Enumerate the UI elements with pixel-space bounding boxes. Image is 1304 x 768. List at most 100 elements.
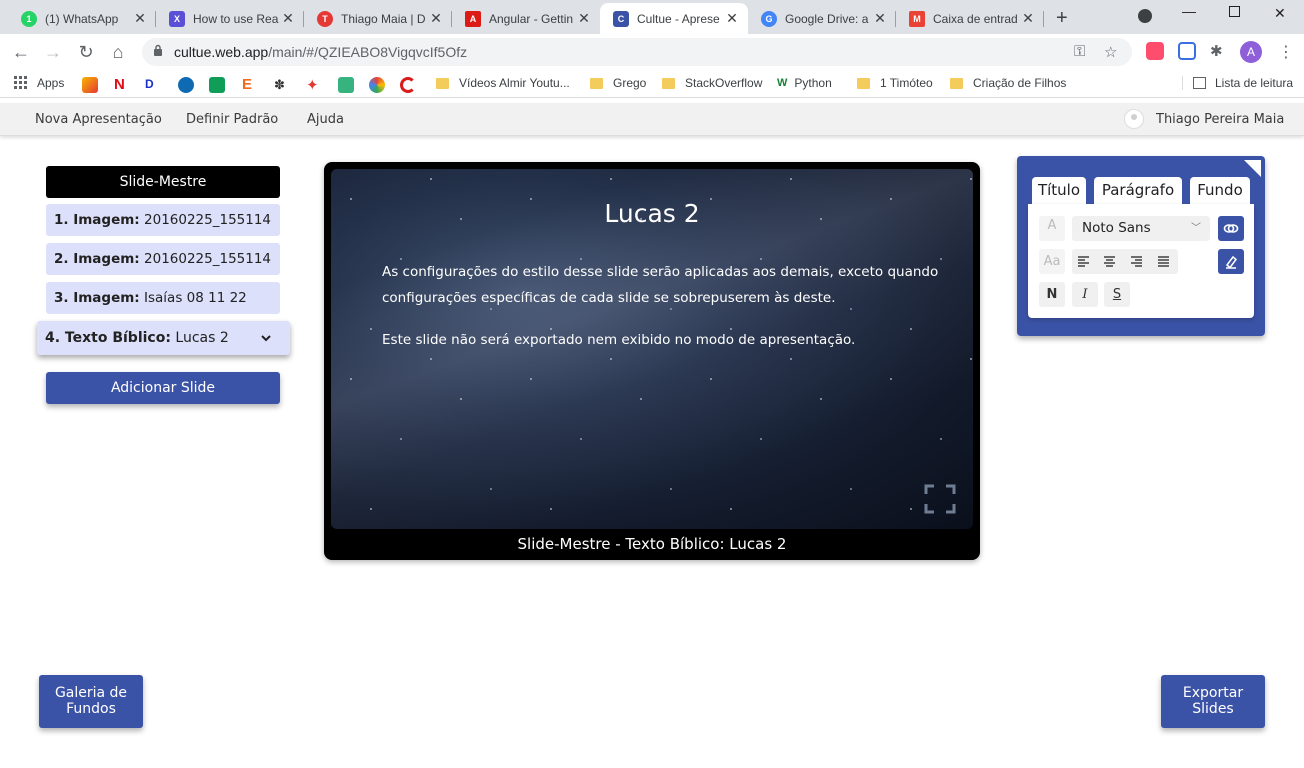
- bookmark-folder[interactable]: 1 Timóteo: [857, 76, 933, 90]
- chrome-menu-icon[interactable]: ⋮: [1278, 42, 1294, 62]
- slide-paragraph: Este slide não será exportado nem exibid…: [382, 332, 856, 348]
- bookmark-folder[interactable]: Vídeos Almir Youtu...: [436, 76, 570, 90]
- chevron-down-icon: ﹀: [1191, 223, 1201, 234]
- tab-title: How to use Rea: [193, 11, 279, 26]
- home-icon[interactable]: ⌂: [107, 41, 129, 63]
- browser-tab[interactable]: G Google Drive: a ✕: [748, 3, 896, 34]
- slide-name: Isaías 08 11 22: [144, 290, 247, 306]
- close-window-icon[interactable]: ✕: [1274, 5, 1286, 22]
- add-slide-button[interactable]: Adicionar Slide: [46, 372, 280, 404]
- back-icon[interactable]: ←: [10, 41, 32, 63]
- close-tab-icon[interactable]: ✕: [1020, 10, 1036, 27]
- extension-icon[interactable]: [1146, 42, 1164, 60]
- link-settings-button[interactable]: [1218, 216, 1244, 241]
- lock-icon: [154, 44, 162, 56]
- bookmark-folder[interactable]: Criação de Filhos: [950, 76, 1066, 90]
- tab-title-style[interactable]: Título: [1032, 177, 1086, 207]
- master-slide-item[interactable]: Slide-Mestre: [46, 166, 280, 198]
- link-icon: [1223, 224, 1239, 233]
- text-case-button[interactable]: Aa: [1039, 249, 1065, 274]
- reload-icon[interactable]: ↻: [75, 41, 97, 63]
- close-tab-icon[interactable]: ✕: [872, 10, 888, 27]
- bookmark-folder[interactable]: Grego: [590, 76, 646, 90]
- slide-kind: 2. Imagem:: [54, 251, 140, 267]
- folder-icon: [662, 77, 675, 89]
- browser-tab-active[interactable]: C Cultue - Aprese ✕: [600, 3, 748, 34]
- extension-record-icon[interactable]: [1178, 42, 1196, 60]
- address-bar[interactable]: cultue.web.app/main/#/QZIEABO8VigqvcIf5O…: [142, 38, 1132, 66]
- tab-paragraph-style[interactable]: Parágrafo: [1094, 177, 1182, 207]
- bold-button[interactable]: N: [1039, 282, 1065, 307]
- whatsapp-icon: 1: [21, 10, 37, 27]
- user-avatar-icon: [1124, 109, 1144, 129]
- netflix-icon[interactable]: N: [114, 76, 130, 93]
- tab-search-icon[interactable]: [1138, 9, 1152, 23]
- slide-item-selected[interactable]: 4. Texto Bíblico: Lucas 2: [37, 321, 290, 355]
- browser-tab[interactable]: T Thiago Maia | D ✕: [304, 3, 452, 34]
- underline-button[interactable]: S: [1104, 282, 1130, 307]
- sheets-icon[interactable]: [209, 77, 225, 93]
- url-path: /main/#/QZIEABO8VigqvcIf5Ofz: [268, 44, 468, 60]
- bug-icon[interactable]: ✽: [274, 77, 290, 93]
- user-menu[interactable]: Thiago Pereira Maia: [1124, 109, 1284, 129]
- restore-icon[interactable]: [1229, 6, 1240, 17]
- browser-tab[interactable]: 1 (1) WhatsApp ✕: [8, 3, 156, 34]
- bookmarks-bar: Apps N D E ✽ ✦ Vídeos Almir Youtu... Gre…: [0, 70, 1304, 98]
- tab-title: Thiago Maia | D: [341, 11, 426, 26]
- chevron-down-icon[interactable]: [260, 321, 272, 355]
- menu-new-presentation[interactable]: Nova Apresentação: [35, 112, 162, 127]
- browser-tabbar: 1 (1) WhatsApp ✕ X How to use Rea ✕ T Th…: [0, 0, 1304, 34]
- browser-tab[interactable]: X How to use Rea ✕: [156, 3, 304, 34]
- forward-icon[interactable]: →: [42, 41, 64, 63]
- export-slides-button[interactable]: Exportar Slides: [1161, 675, 1265, 728]
- angular-icon: A: [465, 10, 481, 27]
- slide-item[interactable]: 3. Imagem: Isaías 08 11 22: [46, 282, 280, 314]
- px-icon[interactable]: [338, 77, 354, 93]
- bookmark-star-icon[interactable]: ☆: [1104, 43, 1117, 61]
- close-tab-icon[interactable]: ✕: [280, 10, 296, 27]
- puzzle-icon[interactable]: ✱: [1210, 42, 1228, 60]
- background-gallery-button[interactable]: Galeria de Fundos: [39, 675, 143, 728]
- gmail-icon: M: [909, 10, 925, 27]
- close-tab-icon[interactable]: ✕: [132, 10, 148, 27]
- bookmark-label: Criação de Filhos: [973, 76, 1067, 90]
- close-tab-icon[interactable]: ✕: [724, 10, 740, 27]
- bookmark-python[interactable]: W Python: [777, 76, 832, 90]
- google-icon: G: [761, 10, 777, 27]
- new-tab-button[interactable]: +: [1056, 7, 1068, 30]
- tab-separator: [1043, 11, 1044, 27]
- fullscreen-icon[interactable]: [924, 484, 956, 514]
- close-tab-icon[interactable]: ✕: [576, 10, 592, 27]
- clear-format-button[interactable]: [1218, 249, 1244, 274]
- menu-help[interactable]: Ajuda: [307, 112, 344, 127]
- bookmark-label: Python: [794, 76, 832, 90]
- reading-list[interactable]: Lista de leitura: [1182, 76, 1293, 90]
- slide-item[interactable]: 1. Imagem: 20160225_155114: [46, 204, 280, 236]
- close-tab-icon[interactable]: ✕: [428, 10, 444, 27]
- play-icon[interactable]: [82, 77, 98, 93]
- font-family-select[interactable]: Noto Sans ﹀: [1072, 216, 1210, 241]
- panel-corner-icon[interactable]: [1244, 160, 1261, 177]
- reading-list-icon: [1193, 77, 1206, 89]
- minimize-icon[interactable]: —: [1182, 3, 1196, 19]
- loader-icon[interactable]: [400, 77, 416, 93]
- browser-tab[interactable]: A Angular - Gettin ✕: [452, 3, 600, 34]
- disney-icon[interactable]: D: [145, 77, 161, 93]
- tab-background-style[interactable]: Fundo: [1190, 177, 1250, 207]
- align-right-icon: [1131, 256, 1142, 267]
- etsy-icon[interactable]: E: [242, 76, 258, 93]
- bookmark-label: Apps: [37, 76, 65, 90]
- italic-button[interactable]: I: [1072, 282, 1098, 307]
- slide-item[interactable]: 2. Imagem: 20160225_155114: [46, 243, 280, 275]
- menu-set-default[interactable]: Definir Padrão: [186, 112, 278, 127]
- bookmark-folder[interactable]: StackOverflow: [662, 76, 762, 90]
- colorwheel-icon[interactable]: [369, 77, 385, 93]
- key-icon[interactable]: ⚿: [1074, 43, 1085, 60]
- bookmark-apps[interactable]: Apps: [14, 76, 64, 90]
- font-color-button[interactable]: A: [1039, 216, 1065, 241]
- browser-tab[interactable]: M Caixa de entrad ✕: [896, 3, 1044, 34]
- star-bookmark-icon[interactable]: ✦: [306, 76, 322, 94]
- alignment-group: [1072, 249, 1178, 274]
- prime-icon[interactable]: [178, 77, 194, 93]
- profile-avatar[interactable]: A: [1240, 41, 1262, 63]
